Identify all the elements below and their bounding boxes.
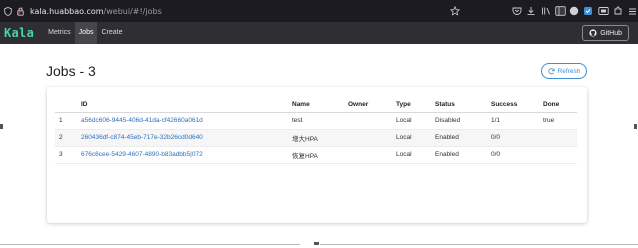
job-done: [543, 129, 577, 147]
col-name-header: Name: [292, 97, 348, 113]
extensions-puzzle-icon[interactable]: [612, 5, 624, 17]
screenshot-icon[interactable]: [597, 5, 609, 17]
row-index: 2: [55, 129, 81, 147]
browser-toolbar: kala.huabbao.com/webui/#!/jobs: [0, 0, 638, 22]
github-icon: [589, 29, 597, 37]
job-type: Local: [396, 129, 435, 147]
job-id-link[interactable]: a56dc606-9445-406d-41da-cf42660a061d: [81, 117, 203, 124]
extension-icon[interactable]: [582, 5, 594, 17]
job-id-link[interactable]: 676c6cee-5429-4607-4890-b83adbb5|072: [81, 151, 203, 158]
bookmark-star-icon[interactable]: [449, 5, 461, 17]
job-type: Local: [396, 112, 435, 130]
col-success-header: Success: [491, 97, 543, 113]
job-id-cell: 676c6cee-5429-4607-4890-b83adbb5|072: [81, 146, 292, 164]
resize-handle[interactable]: [0, 124, 3, 129]
col-type-header: Type: [396, 97, 435, 113]
table-row: 3 676c6cee-5429-4607-4890-b83adbb5|072 恢…: [55, 146, 577, 164]
job-type: Local: [396, 146, 435, 164]
nav-create[interactable]: Create: [97, 22, 126, 44]
job-id-link[interactable]: 260436df-c874-45eb-717e-32b26cd0d640: [81, 134, 203, 141]
download-icon[interactable]: [525, 5, 537, 17]
job-id-cell: 260436df-c874-45eb-717e-32b26cd0d640: [81, 129, 292, 147]
table-row: 2 260436df-c874-45eb-717e-32b26cd0d640 增…: [55, 129, 577, 147]
menu-icon[interactable]: [626, 5, 638, 17]
row-index: 1: [55, 112, 81, 130]
col-done-header: Done: [543, 97, 577, 113]
col-id-header: ID: [81, 97, 292, 113]
url-path: /webui/#!/jobs: [103, 6, 162, 16]
col-status-header: Status: [435, 97, 491, 113]
account-icon[interactable]: [568, 5, 580, 17]
brand-logo[interactable]: Kala: [4, 26, 34, 40]
job-name: test: [292, 112, 348, 130]
col-index-header: [55, 97, 81, 113]
job-name: 恢复HPA: [292, 146, 348, 164]
row-index: 3: [55, 146, 81, 164]
github-button[interactable]: GitHub: [582, 25, 629, 41]
address-bar[interactable]: kala.huabbao.com/webui/#!/jobs: [0, 0, 162, 22]
refresh-button[interactable]: Refresh: [541, 63, 587, 79]
refresh-icon: [548, 67, 555, 74]
job-done: true: [543, 112, 577, 130]
shield-icon[interactable]: [2, 5, 14, 17]
jobs-table: ID Name Owner Type Status Success Done 1…: [55, 97, 577, 164]
page-title: Jobs - 3: [46, 63, 96, 79]
app-navbar: Kala Metrics Jobs Create GitHub: [0, 22, 638, 44]
resize-handle[interactable]: [634, 124, 637, 129]
col-owner-header: Owner: [348, 97, 396, 113]
url-text[interactable]: kala.huabbao.com/webui/#!/jobs: [30, 7, 162, 16]
job-success: 0/0: [491, 129, 543, 147]
job-status: Enabled: [435, 129, 491, 147]
refresh-label: Refresh: [557, 67, 581, 75]
job-done: [543, 146, 577, 164]
resize-handle[interactable]: [314, 242, 319, 245]
github-label: GitHub: [600, 29, 622, 37]
divider-line: [320, 244, 638, 245]
job-success: 1/1: [491, 112, 543, 130]
jobs-card: ID Name Owner Type Status Success Done 1…: [47, 87, 587, 223]
job-owner: [348, 112, 396, 130]
job-id-cell: a56dc606-9445-406d-41da-cf42660a061d: [81, 112, 292, 130]
pocket-icon[interactable]: [511, 5, 523, 17]
url-host: kala.huabbao.com: [30, 6, 104, 16]
nav-jobs[interactable]: Jobs: [74, 22, 98, 44]
job-status: Disabled: [435, 112, 491, 130]
table-header-row: ID Name Owner Type Status Success Done: [55, 97, 577, 113]
job-success: 0/0: [491, 146, 543, 164]
job-owner: [348, 146, 396, 164]
lock-icon[interactable]: [14, 5, 26, 17]
library-icon[interactable]: [540, 5, 552, 17]
job-status: Enabled: [435, 146, 491, 164]
job-name: 增大HPA: [292, 129, 348, 147]
job-owner: [348, 129, 396, 147]
table-row: 1 a56dc606-9445-406d-41da-cf42660a061d t…: [55, 112, 577, 130]
sidebar-icon[interactable]: [554, 5, 566, 17]
divider-line: [0, 244, 300, 245]
nav-metrics[interactable]: Metrics: [44, 22, 75, 44]
